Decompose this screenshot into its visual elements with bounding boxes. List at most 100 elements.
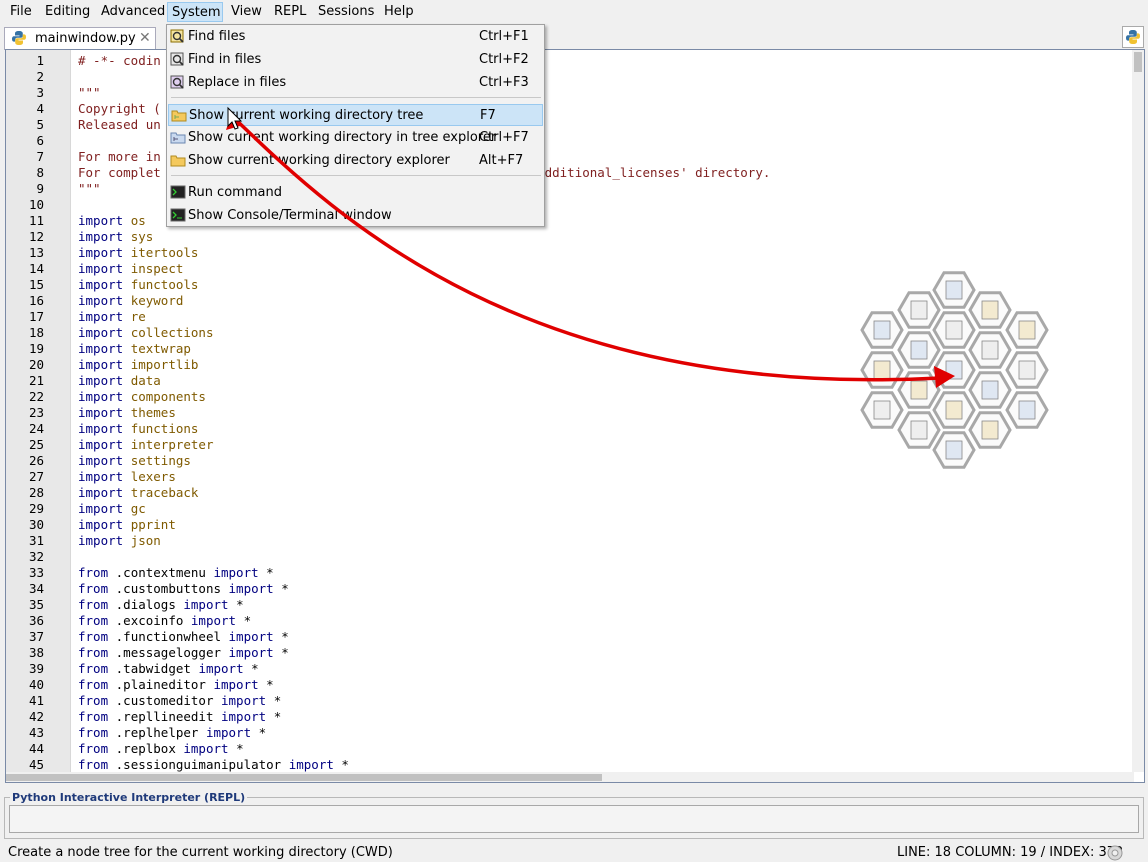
line-number: 13 (28, 245, 44, 260)
menu-item-label: Show current working directory tree (189, 108, 424, 123)
line-number: 37 (28, 629, 44, 644)
line-number: 34 (28, 581, 44, 596)
code-line: """ (78, 181, 101, 196)
vertical-scrollbar[interactable] (1132, 50, 1144, 772)
menu-system[interactable]: System (167, 2, 223, 22)
code-token: importlib (130, 357, 199, 372)
tab-close-icon[interactable]: ✕ (139, 30, 151, 46)
line-number: 10 (28, 197, 44, 212)
wheel-button-abc-icon[interactable] (1005, 311, 1049, 349)
wheel-button-abcde-icon[interactable] (932, 351, 976, 389)
code-token: import (78, 293, 131, 308)
wheel-button-import-icon[interactable] (860, 311, 904, 349)
wheel-button-undo-icon[interactable] (897, 371, 941, 409)
wheel-button-text-icon[interactable] (932, 391, 976, 429)
code-token: import (78, 485, 131, 500)
status-bar: Create a node tree for the current worki… (0, 842, 1148, 861)
menu-repl[interactable]: REPL (270, 2, 310, 22)
menu-item-show-console[interactable]: Show Console/Terminal window (168, 205, 543, 227)
vertical-scroll-thumb[interactable] (1134, 52, 1142, 72)
code-line: import inspect (78, 261, 183, 276)
wheel-button-case-icon[interactable] (1005, 391, 1049, 429)
line-number: 39 (28, 661, 44, 676)
wheel-button-cut-icon[interactable] (968, 291, 1012, 329)
horizontal-scrollbar[interactable] (6, 772, 1134, 782)
wheel-button-pie-icon[interactable] (932, 271, 976, 309)
wheel-button-grid-icon[interactable] (897, 291, 941, 329)
menu-help[interactable]: Help (380, 2, 418, 22)
function-wheel[interactable] (852, 268, 1052, 480)
menu-item-label: Show current working directory explorer (188, 153, 450, 168)
tab-mainwindow[interactable]: mainwindow.py ✕ (4, 27, 156, 50)
code-token: import (78, 213, 131, 228)
wheel-button-swap-icon[interactable] (968, 411, 1012, 449)
code-token: .custombuttons (115, 581, 229, 596)
line-number: 26 (28, 453, 44, 468)
code-line: from .excoinfo import * (78, 613, 251, 628)
menu-advanced[interactable]: Advanced (97, 2, 169, 22)
wheel-button-doc-icon[interactable] (1005, 351, 1049, 389)
code-line: from .replbox import * (78, 741, 244, 756)
code-token: keyword (130, 293, 184, 308)
horizontal-scroll-thumb[interactable] (6, 774, 602, 781)
code-line: For more in (78, 149, 161, 164)
menu-item-show-cwd-tree-explorer[interactable]: Show current working directory in tree e… (168, 127, 543, 149)
code-line: import sys (78, 229, 153, 244)
code-line: import functools (78, 277, 198, 292)
repl-input[interactable] (9, 805, 1139, 833)
menu-item-show-cwd-tree[interactable]: Show current working directory tree F7 (168, 104, 543, 126)
python-corner-button[interactable] (1122, 26, 1144, 48)
menu-separator (171, 175, 541, 176)
code-line: import json (78, 533, 161, 548)
wheel-button-folder-open-icon[interactable] (897, 411, 941, 449)
menu-file[interactable]: File (6, 2, 36, 22)
wheel-button-copy-icon[interactable] (932, 311, 976, 349)
menu-item-shortcut: Alt+F7 (479, 153, 524, 168)
menu-view[interactable]: View (227, 2, 266, 22)
wheel-button-unindent-icon[interactable] (860, 391, 904, 429)
code-token: interpreter (130, 437, 214, 452)
menu-item-show-cwd-explorer[interactable]: Show current working directory explorer … (168, 150, 543, 172)
code-token: * (273, 709, 282, 724)
line-number-gutter: 1 2 3 4 5 6 7 8 9 10 11 12 13 14 15 16 17 18 19 20 21 22 23 24 2… (6, 50, 71, 782)
code-token: from (78, 693, 116, 708)
code-token: import (78, 405, 131, 420)
status-gear-icon[interactable] (1106, 844, 1124, 862)
code-line: import keyword (78, 293, 183, 308)
code-token: * (266, 565, 274, 580)
menu-item-run-command[interactable]: Run command (168, 182, 543, 204)
code-token: from (78, 725, 116, 740)
code-token: .replhelper (115, 725, 206, 740)
code-token: data (130, 373, 161, 388)
wheel-button-paste-icon[interactable] (968, 371, 1012, 409)
code-token: import (228, 645, 282, 660)
code-token: import (213, 565, 267, 580)
code-token: from (78, 757, 116, 772)
wheel-button-comment-icon[interactable] (860, 351, 904, 389)
wheel-button-recycle-icon[interactable] (897, 331, 941, 369)
line-number: 1 (36, 53, 44, 68)
wheel-button-spell-icon[interactable] (932, 431, 976, 469)
menu-item-replace-in-files[interactable]: Replace in files Ctrl+F3 (168, 72, 543, 94)
find-files-icon (170, 29, 184, 43)
code-line: import gc (78, 501, 146, 516)
code-token: import (228, 629, 282, 644)
menu-editing[interactable]: Editing (41, 2, 94, 22)
code-line: import itertools (78, 245, 198, 260)
replace-in-files-icon (170, 75, 184, 89)
code-token: os (130, 213, 146, 228)
code-token: import (78, 533, 131, 548)
code-token: import (78, 453, 131, 468)
menu-sessions[interactable]: Sessions (314, 2, 378, 22)
code-token: inspect (130, 261, 184, 276)
code-token: functions (130, 421, 199, 436)
code-line: import os (78, 213, 146, 228)
code-line: from .messagelogger import * (78, 645, 289, 660)
wheel-button-scissors-icon[interactable] (968, 331, 1012, 369)
menu-item-find-files[interactable]: Find files Ctrl+F1 (168, 26, 543, 48)
code-token: * (281, 581, 289, 596)
code-token: import (78, 245, 131, 260)
menu-item-find-in-files[interactable]: Find in files Ctrl+F2 (168, 49, 543, 71)
code-token: import (221, 709, 274, 724)
line-number: 40 (28, 677, 44, 692)
